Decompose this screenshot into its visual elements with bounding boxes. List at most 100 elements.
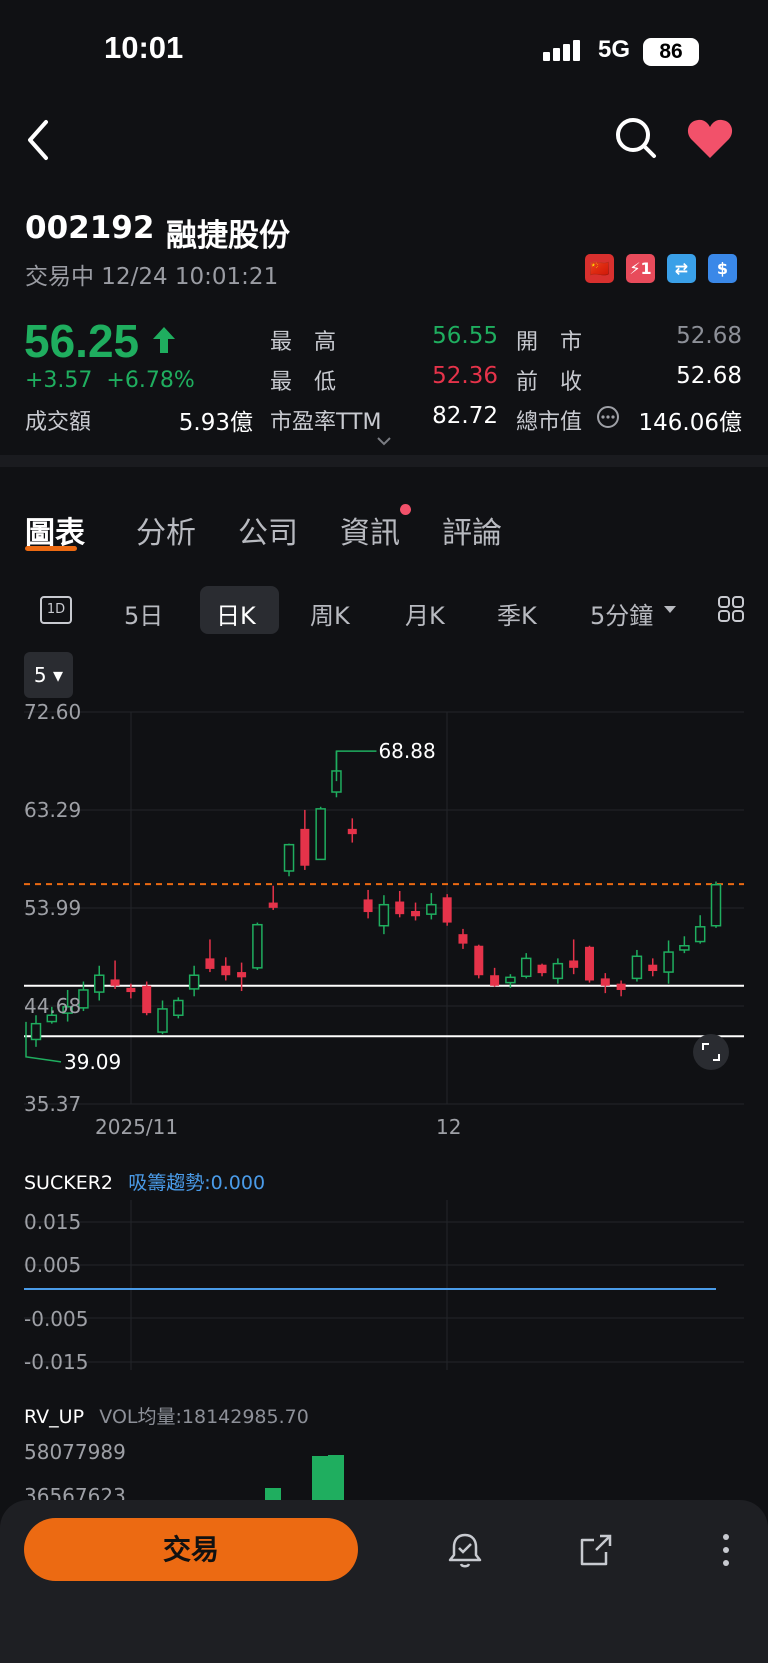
min-price-label: 39.09 xyxy=(64,1050,121,1074)
period-1d-icon[interactable]: 1D xyxy=(40,596,72,624)
share-icon[interactable] xyxy=(578,1532,614,1568)
indicator1-name[interactable]: SUCKER2 xyxy=(24,1172,113,1194)
turnover-label: 成交額 xyxy=(25,410,92,435)
arrow-up-icon xyxy=(153,327,175,353)
period-quarterly-k[interactable]: 季K xyxy=(497,596,537,631)
candle-body xyxy=(663,951,674,973)
low-value: 52.36 xyxy=(432,363,498,389)
period-daily-k[interactable]: 日K xyxy=(216,596,256,631)
candle-body xyxy=(126,987,136,993)
candle-body xyxy=(411,911,421,917)
high-value: 56.55 xyxy=(432,323,498,349)
low-label: 最 低 xyxy=(270,370,337,395)
open-label: 開 市 xyxy=(516,330,583,355)
candle-body xyxy=(490,975,500,986)
china-flag-icon: 🇨🇳 xyxy=(585,254,614,283)
period-5min[interactable]: 5分鐘 xyxy=(590,596,653,631)
x-tick-label: 2025/11 xyxy=(95,1115,178,1139)
y-tick-label: 72.60 xyxy=(24,700,81,724)
candle-body xyxy=(520,957,532,978)
candle-body xyxy=(157,1008,168,1033)
indicator2-header: RV_UP VOL均量:18142985.70 xyxy=(24,1402,309,1429)
volume-bar xyxy=(328,1455,344,1500)
period-monthly-k[interactable]: 月K xyxy=(405,596,445,631)
fullscreen-icon[interactable] xyxy=(693,1034,729,1070)
max-annotation-line xyxy=(335,750,377,782)
candle-body xyxy=(505,976,516,984)
y-tick-label: 35.37 xyxy=(24,1092,81,1116)
candle-body xyxy=(584,946,594,981)
candle-body xyxy=(474,945,484,976)
candle-body xyxy=(442,897,452,923)
indicator1-header: SUCKER2 吸籌趨勢:0.000 xyxy=(24,1168,265,1195)
y-tick-label: 53.99 xyxy=(24,896,81,920)
prev-close-label: 前 收 xyxy=(516,370,583,395)
indicator1-tick: 0.005 xyxy=(24,1253,82,1277)
mcap-value: 146.06億 xyxy=(638,410,742,436)
tab-active-indicator xyxy=(25,546,77,551)
heart-icon[interactable] xyxy=(686,118,734,160)
search-icon[interactable] xyxy=(614,116,658,160)
volume-chart[interactable] xyxy=(0,1430,768,1500)
x-tick-label: 12 xyxy=(436,1115,461,1139)
chevron-left-icon[interactable] xyxy=(24,118,54,162)
high-label: 最 高 xyxy=(270,330,337,355)
candlestick-chart[interactable]: 68.88 39.09 72.60 63.29 53.99 44.68 35.37 2025/… xyxy=(0,690,768,1140)
max-price-label: 68.88 xyxy=(378,739,435,763)
candle-body xyxy=(537,964,547,974)
candle-body xyxy=(94,974,105,993)
expand-chevron-icon[interactable] xyxy=(376,436,392,446)
current-price: 56.25 xyxy=(24,315,140,367)
margin-badge-icon: ⚡1 xyxy=(626,254,655,283)
candle-body xyxy=(142,985,152,1014)
stock-code: 002192 xyxy=(25,210,155,246)
candle-body xyxy=(552,962,564,980)
tab-news[interactable]: 資訊 xyxy=(340,508,400,552)
candle-body xyxy=(221,965,231,976)
status-time: 10:01 xyxy=(104,30,184,65)
indicator1-tick: -0.005 xyxy=(24,1307,89,1331)
candle-body xyxy=(30,1022,42,1041)
signal-icon xyxy=(543,40,580,61)
indicator1-value: 吸籌趨勢:0.000 xyxy=(128,1172,266,1194)
chart-count-value: 5 xyxy=(33,663,47,687)
candle-body xyxy=(363,899,373,913)
candle-body xyxy=(616,983,626,990)
caret-down-icon[interactable] xyxy=(663,605,677,614)
candle-body xyxy=(347,828,357,835)
connect-badge-icon: ⇄ xyxy=(667,254,696,283)
candle-body xyxy=(378,903,390,927)
trade-button[interactable]: 交易 xyxy=(24,1518,358,1581)
indicator2-value: VOL均量:18142985.70 xyxy=(99,1406,309,1428)
candle-body xyxy=(631,955,643,980)
change-value: +3.57 xyxy=(25,368,93,393)
tab-company[interactable]: 公司 xyxy=(238,508,298,552)
bell-icon[interactable] xyxy=(446,1530,484,1570)
indicator2-name[interactable]: RV_UP xyxy=(24,1406,84,1428)
trade-status: 交易中 12/24 10:01:21 xyxy=(25,264,279,290)
candle-body xyxy=(315,808,326,861)
prev-close-value: 52.68 xyxy=(676,363,742,389)
indicator1-chart[interactable] xyxy=(0,1200,768,1380)
candle-body xyxy=(679,944,690,951)
more-vertical-icon[interactable] xyxy=(718,1532,734,1568)
candle-body xyxy=(395,901,405,915)
pe-label: 市盈率TTM xyxy=(270,410,382,435)
tab-analysis[interactable]: 分析 xyxy=(136,508,196,552)
candle-body xyxy=(694,926,706,943)
grid-layout-icon[interactable] xyxy=(717,595,745,623)
pe-value: 82.72 xyxy=(432,403,498,429)
tab-comments[interactable]: 評論 xyxy=(442,508,502,552)
period-5day[interactable]: 5日 xyxy=(124,596,163,631)
candle-body xyxy=(458,934,468,944)
candle-body xyxy=(300,828,310,866)
more-info-icon[interactable] xyxy=(596,405,620,429)
period-weekly-k[interactable]: 周K xyxy=(310,596,350,631)
indicator1-tick: 0.015 xyxy=(24,1210,82,1234)
turnover-value: 5.93億 xyxy=(178,410,253,436)
candle-body xyxy=(710,883,722,927)
candle-body xyxy=(426,903,437,915)
candle-body xyxy=(268,902,278,908)
candle-body xyxy=(173,999,184,1016)
stock-name: 融捷股份 xyxy=(166,218,290,254)
